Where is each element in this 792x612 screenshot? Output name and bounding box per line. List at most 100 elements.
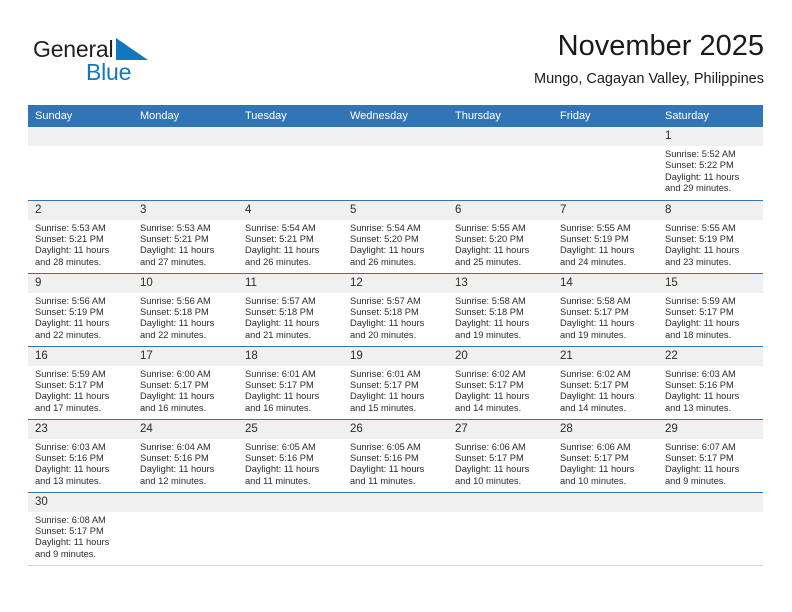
day-box: 3 Sunrise: 5:53 AM Sunset: 5:21 PM Daylight… — [133, 200, 238, 273]
daylight-duration-line2: and 19 minutes. — [560, 329, 627, 340]
calendar-day-cell[interactable]: 13 Sunrise: 5:58 AM Sunset: 5:18 PM Dayligh… — [448, 273, 553, 347]
calendar-day-cell[interactable]: 21 Sunrise: 6:02 AM Sunset: 5:17 PM Dayligh… — [553, 346, 658, 420]
weekday-header-wednesday: Wednesday — [343, 105, 448, 127]
sunrise-time: Sunrise: 6:05 AM — [350, 441, 421, 452]
calendar-day-cell[interactable]: 9 Sunrise: 5:56 AM Sunset: 5:19 PM Daylight… — [28, 273, 133, 347]
calendar-day-cell[interactable]: 7 Sunrise: 5:55 AM Sunset: 5:19 PM Daylight… — [553, 200, 658, 274]
calendar-day-cell[interactable]: 1 Sunrise: 5:52 AM Sunset: 5:22 PM Daylight… — [658, 127, 763, 201]
calendar-day-cell[interactable]: 17 Sunrise: 6:00 AM Sunset: 5:17 PM Dayligh… — [133, 346, 238, 420]
day-number: 12 — [343, 273, 448, 293]
sunset-time: Sunset: 5:17 PM — [140, 379, 209, 390]
calendar-day-cell[interactable]: 19 Sunrise: 6:01 AM Sunset: 5:17 PM Dayligh… — [343, 346, 448, 420]
day-number: 22 — [658, 346, 763, 366]
daylight-duration-line1: Daylight: 11 hours — [140, 464, 215, 475]
day-box: 29 Sunrise: 6:07 AM Sunset: 5:17 PM Dayligh… — [658, 419, 763, 492]
daylight-duration-line2: and 25 minutes. — [455, 256, 522, 267]
calendar-day-cell[interactable]: 20 Sunrise: 6:02 AM Sunset: 5:17 PM Dayligh… — [448, 346, 553, 420]
calendar-day-cell[interactable]: 25 Sunrise: 6:05 AM Sunset: 5:16 PM Dayligh… — [238, 419, 343, 493]
sunrise-time: Sunrise: 6:06 AM — [560, 441, 631, 452]
calendar-day-cell[interactable]: 18 Sunrise: 6:01 AM Sunset: 5:17 PM Dayligh… — [238, 346, 343, 420]
day-box: 12 Sunrise: 5:57 AM Sunset: 5:18 PM Dayligh… — [343, 273, 448, 346]
general-blue-logo[interactable]: General Blue — [33, 36, 213, 92]
calendar-body: 1 Sunrise: 5:52 AM Sunset: 5:22 PM Daylight… — [28, 127, 763, 566]
daylight-duration-line2: and 9 minutes. — [35, 548, 96, 559]
calendar-day-cell[interactable]: 4 Sunrise: 5:54 AM Sunset: 5:21 PM Daylight… — [238, 200, 343, 274]
day-box: 30 Sunrise: 6:08 AM Sunset: 5:17 PM Dayligh… — [28, 492, 133, 565]
daylight-duration-line1: Daylight: 11 hours — [665, 171, 740, 182]
day-number: 30 — [28, 492, 133, 512]
daylight-duration-line2: and 17 minutes. — [35, 402, 102, 413]
day-sun-info: Sunrise: 6:01 AM Sunset: 5:17 PM Daylight:… — [238, 366, 343, 415]
day-box: 27 Sunrise: 6:06 AM Sunset: 5:17 PM Dayligh… — [448, 419, 553, 492]
calendar-day-cell[interactable]: 5 Sunrise: 5:54 AM Sunset: 5:20 PM Daylight… — [343, 200, 448, 274]
calendar-week-row: 9 Sunrise: 5:56 AM Sunset: 5:19 PM Daylight… — [28, 273, 763, 347]
day-sun-info: Sunrise: 6:07 AM Sunset: 5:17 PM Daylight:… — [658, 439, 763, 488]
day-number: 20 — [448, 346, 553, 366]
sunrise-time: Sunrise: 5:55 AM — [560, 222, 631, 233]
day-number: 6 — [448, 200, 553, 220]
day-box: 13 Sunrise: 5:58 AM Sunset: 5:18 PM Dayligh… — [448, 273, 553, 346]
weekday-header-monday: Monday — [133, 105, 238, 127]
day-sun-info: Sunrise: 5:52 AM Sunset: 5:22 PM Daylight:… — [658, 146, 763, 195]
sunset-time: Sunset: 5:20 PM — [455, 233, 524, 244]
weekday-header-saturday: Saturday — [658, 105, 763, 127]
day-number — [553, 127, 658, 146]
calendar-empty-cell — [553, 127, 658, 201]
calendar-day-cell[interactable]: 3 Sunrise: 5:53 AM Sunset: 5:21 PM Daylight… — [133, 200, 238, 274]
day-box: 21 Sunrise: 6:02 AM Sunset: 5:17 PM Dayligh… — [553, 346, 658, 419]
day-box: 16 Sunrise: 5:59 AM Sunset: 5:17 PM Dayligh… — [28, 346, 133, 419]
calendar-day-cell[interactable]: 6 Sunrise: 5:55 AM Sunset: 5:20 PM Daylight… — [448, 200, 553, 274]
sunset-time: Sunset: 5:19 PM — [35, 306, 104, 317]
day-number: 8 — [658, 200, 763, 220]
day-box: 4 Sunrise: 5:54 AM Sunset: 5:21 PM Daylight… — [238, 200, 343, 273]
daylight-duration-line1: Daylight: 11 hours — [245, 245, 320, 256]
page-title: November 2025 — [557, 30, 764, 62]
daylight-duration-line2: and 14 minutes. — [455, 402, 522, 413]
day-number: 13 — [448, 273, 553, 293]
calendar-day-cell[interactable]: 2 Sunrise: 5:53 AM Sunset: 5:21 PM Daylight… — [28, 200, 133, 274]
sunrise-time: Sunrise: 5:52 AM — [665, 149, 736, 159]
calendar-day-cell[interactable]: 22 Sunrise: 6:03 AM Sunset: 5:16 PM Dayligh… — [658, 346, 763, 420]
sunset-time: Sunset: 5:16 PM — [140, 452, 209, 463]
calendar-day-cell[interactable]: 15 Sunrise: 5:59 AM Sunset: 5:17 PM Dayligh… — [658, 273, 763, 347]
calendar-day-cell[interactable]: 14 Sunrise: 5:58 AM Sunset: 5:17 PM Dayligh… — [553, 273, 658, 347]
day-sun-info: Sunrise: 6:03 AM Sunset: 5:16 PM Daylight:… — [28, 439, 133, 488]
calendar-day-cell[interactable]: 29 Sunrise: 6:07 AM Sunset: 5:17 PM Dayligh… — [658, 419, 763, 493]
day-sun-info: Sunrise: 5:58 AM Sunset: 5:17 PM Daylight:… — [553, 293, 658, 342]
calendar-day-cell[interactable]: 30 Sunrise: 6:08 AM Sunset: 5:17 PM Dayligh… — [28, 492, 133, 566]
day-number: 2 — [28, 200, 133, 220]
calendar-day-cell[interactable]: 23 Sunrise: 6:03 AM Sunset: 5:16 PM Dayligh… — [28, 419, 133, 493]
day-number: 27 — [448, 419, 553, 439]
calendar-day-cell[interactable]: 12 Sunrise: 5:57 AM Sunset: 5:18 PM Dayligh… — [343, 273, 448, 347]
calendar-day-cell[interactable]: 26 Sunrise: 6:05 AM Sunset: 5:16 PM Dayligh… — [343, 419, 448, 493]
sunrise-time: Sunrise: 5:57 AM — [245, 295, 316, 306]
sunset-time: Sunset: 5:18 PM — [455, 306, 524, 317]
day-box: 6 Sunrise: 5:55 AM Sunset: 5:20 PM Daylight… — [448, 200, 553, 273]
day-box — [553, 492, 658, 565]
daylight-duration-line1: Daylight: 11 hours — [455, 391, 530, 402]
calendar-day-cell[interactable]: 28 Sunrise: 6:06 AM Sunset: 5:17 PM Dayligh… — [553, 419, 658, 493]
sunset-time: Sunset: 5:16 PM — [35, 452, 104, 463]
daylight-duration-line2: and 16 minutes. — [140, 402, 207, 413]
day-number — [448, 127, 553, 146]
sunset-time: Sunset: 5:17 PM — [35, 525, 104, 536]
sunrise-time: Sunrise: 6:02 AM — [455, 368, 526, 379]
calendar-day-cell[interactable]: 16 Sunrise: 5:59 AM Sunset: 5:17 PM Dayligh… — [28, 346, 133, 420]
daylight-duration-line1: Daylight: 11 hours — [455, 464, 530, 475]
calendar-day-cell[interactable]: 11 Sunrise: 5:57 AM Sunset: 5:18 PM Dayligh… — [238, 273, 343, 347]
weekday-header-sunday: Sunday — [28, 105, 133, 127]
calendar-day-cell[interactable]: 24 Sunrise: 6:04 AM Sunset: 5:16 PM Dayligh… — [133, 419, 238, 493]
sunset-time: Sunset: 5:18 PM — [245, 306, 314, 317]
daylight-duration-line2: and 11 minutes. — [245, 475, 311, 486]
calendar-empty-cell — [28, 127, 133, 201]
calendar-empty-cell — [343, 127, 448, 201]
sunrise-time: Sunrise: 5:55 AM — [455, 222, 526, 233]
calendar-day-cell[interactable]: 27 Sunrise: 6:06 AM Sunset: 5:17 PM Dayligh… — [448, 419, 553, 493]
day-sun-info: Sunrise: 5:55 AM Sunset: 5:19 PM Daylight:… — [658, 220, 763, 269]
calendar-day-cell[interactable]: 10 Sunrise: 5:56 AM Sunset: 5:18 PM Dayligh… — [133, 273, 238, 347]
sunrise-time: Sunrise: 5:59 AM — [35, 368, 106, 379]
day-number: 11 — [238, 273, 343, 293]
daylight-duration-line1: Daylight: 11 hours — [560, 318, 635, 329]
calendar-day-cell[interactable]: 8 Sunrise: 5:55 AM Sunset: 5:19 PM Daylight… — [658, 200, 763, 274]
daylight-duration-line2: and 27 minutes. — [140, 256, 207, 267]
